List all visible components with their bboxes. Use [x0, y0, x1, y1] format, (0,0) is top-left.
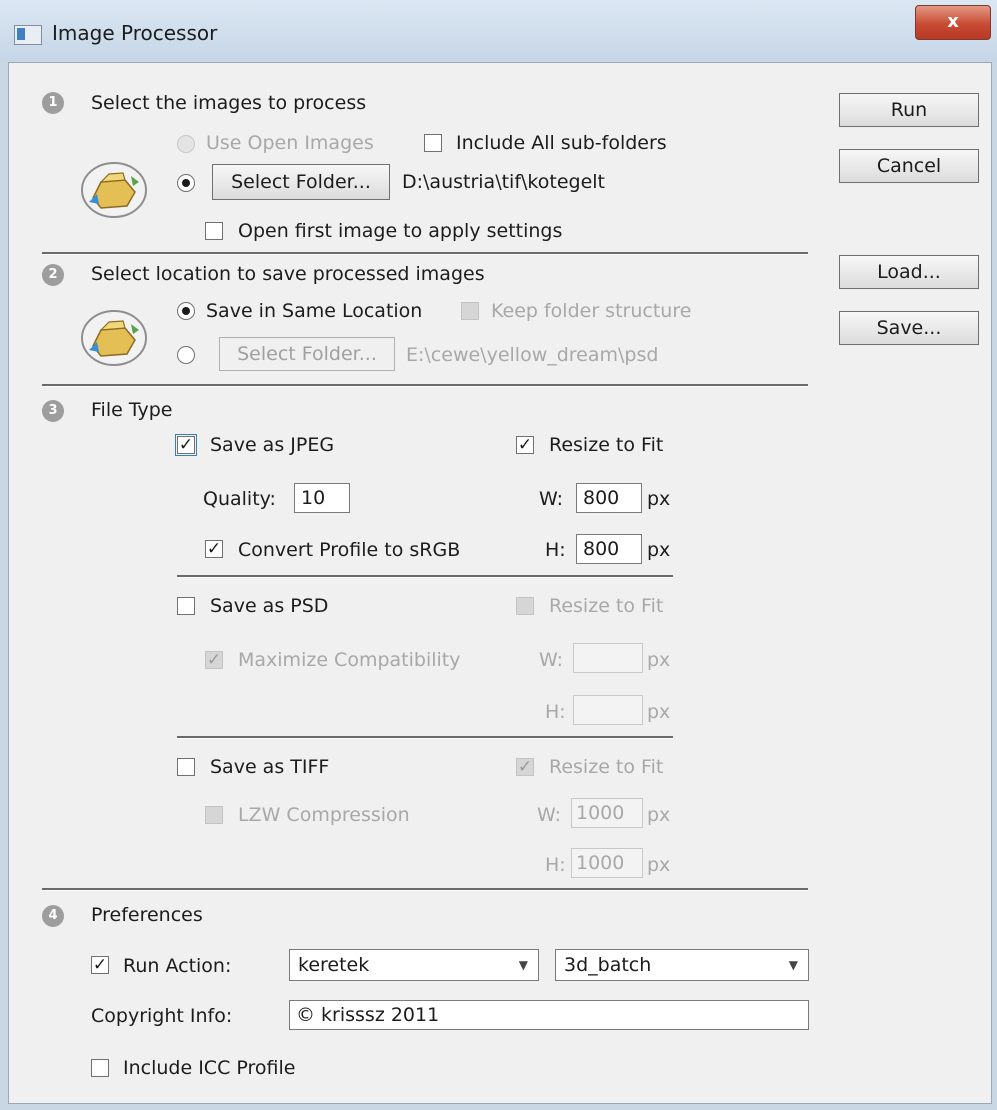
psd-resize-label: Resize to Fit	[549, 595, 664, 617]
subsection-divider	[177, 575, 673, 578]
save-same-location-radio[interactable]	[177, 302, 195, 320]
psd-resize-checkbox[interactable]	[516, 597, 534, 615]
convert-profile-label: Convert Profile to sRGB	[238, 539, 461, 561]
folder-icon	[81, 310, 147, 366]
folder-icon	[81, 162, 147, 218]
maximize-compatibility-label: Maximize Compatibility	[238, 649, 461, 671]
save-as-tiff-label: Save as TIFF	[210, 756, 330, 778]
section-3-title: File Type	[91, 399, 173, 421]
jpeg-height-input[interactable]: 800	[576, 534, 642, 564]
run-action-label: Run Action:	[123, 955, 232, 977]
action-set-value: keretek	[298, 954, 370, 976]
dialog-body: Run Cancel Load... Save... 1 Select the …	[8, 62, 992, 1104]
close-icon: x	[947, 11, 959, 32]
open-first-image-checkbox[interactable]	[205, 222, 223, 240]
jpeg-height-unit: px	[647, 539, 671, 561]
select-folder-radio[interactable]	[177, 174, 195, 192]
psd-height-label: H:	[545, 701, 566, 723]
image-processor-window: Image Processor x Run Cancel Load... Sav…	[0, 0, 997, 1110]
psd-height-input[interactable]	[573, 695, 643, 725]
title-bar: Image Processor x	[0, 0, 997, 62]
source-folder-path: D:\austria\tif\kotegelt	[402, 171, 605, 193]
include-icc-label: Include ICC Profile	[123, 1057, 296, 1079]
section-4-number: 4	[42, 905, 64, 927]
dropdown-arrow-icon: ▼	[518, 958, 528, 972]
convert-profile-checkbox[interactable]: ✓	[205, 540, 223, 558]
destination-select-folder-button[interactable]: Select Folder...	[219, 337, 395, 371]
psd-width-unit: px	[647, 649, 671, 671]
save-as-tiff-checkbox[interactable]	[177, 758, 195, 776]
dropdown-arrow-icon: ▼	[788, 958, 798, 972]
use-open-images-label: Use Open Images	[206, 132, 374, 154]
quality-input[interactable]: 10	[294, 483, 350, 513]
destination-folder-path: E:\cewe\yellow_dream\psd	[406, 344, 659, 366]
keep-folder-structure-checkbox[interactable]	[461, 302, 479, 320]
psd-width-input[interactable]	[573, 643, 643, 673]
lzw-compression-label: LZW Compression	[238, 804, 410, 826]
copyright-label: Copyright Info:	[91, 1005, 233, 1027]
jpeg-width-label: W:	[539, 488, 564, 510]
tiff-height-label: H:	[545, 854, 566, 876]
save-as-psd-label: Save as PSD	[210, 595, 329, 617]
load-button[interactable]: Load...	[839, 255, 979, 289]
include-subfolders-label: Include All sub-folders	[456, 132, 667, 154]
save-as-psd-checkbox[interactable]	[177, 597, 195, 615]
section-3-number: 3	[42, 400, 64, 422]
window-title: Image Processor	[52, 21, 218, 45]
save-as-jpeg-label: Save as JPEG	[210, 434, 335, 456]
tiff-resize-label: Resize to Fit	[549, 756, 664, 778]
cancel-button[interactable]: Cancel	[839, 149, 979, 183]
tiff-height-input[interactable]: 1000	[571, 848, 643, 878]
section-divider	[42, 888, 808, 891]
keep-folder-structure-label: Keep folder structure	[491, 300, 692, 322]
save-same-location-label: Save in Same Location	[206, 300, 423, 322]
include-icc-checkbox[interactable]	[91, 1059, 109, 1077]
tiff-resize-checkbox[interactable]: ✓	[516, 758, 534, 776]
select-folder-button[interactable]: Select Folder...	[212, 164, 390, 200]
section-2-number: 2	[42, 264, 64, 286]
section-1-title: Select the images to process	[91, 92, 367, 114]
psd-height-unit: px	[647, 701, 671, 723]
use-open-images-radio[interactable]	[177, 135, 195, 153]
copyright-input[interactable]: © krisssz 2011	[289, 1000, 809, 1030]
jpeg-width-input[interactable]: 800	[576, 483, 642, 513]
run-action-checkbox[interactable]: ✓	[91, 956, 109, 974]
section-divider	[42, 384, 808, 387]
save-button[interactable]: Save...	[839, 311, 979, 345]
lzw-compression-checkbox[interactable]	[205, 806, 223, 824]
section-2-title: Select location to save processed images	[91, 263, 485, 285]
action-value: 3d_batch	[564, 954, 652, 976]
action-set-dropdown[interactable]: keretek ▼	[289, 949, 539, 981]
jpeg-width-unit: px	[647, 488, 671, 510]
include-subfolders-checkbox[interactable]	[424, 134, 442, 152]
tiff-height-unit: px	[647, 854, 671, 876]
tiff-width-label: W:	[537, 804, 562, 826]
save-select-folder-radio[interactable]	[177, 346, 195, 364]
action-dropdown[interactable]: 3d_batch ▼	[555, 949, 809, 981]
section-divider	[42, 252, 808, 255]
section-1-number: 1	[42, 92, 64, 114]
tiff-width-unit: px	[647, 804, 671, 826]
close-button[interactable]: x	[915, 5, 991, 40]
run-button[interactable]: Run	[839, 93, 979, 127]
jpeg-height-label: H:	[545, 539, 566, 561]
save-as-jpeg-checkbox[interactable]: ✓	[175, 434, 197, 456]
quality-label: Quality:	[203, 488, 276, 510]
psd-width-label: W:	[539, 649, 564, 671]
section-4-title: Preferences	[91, 904, 203, 926]
app-icon	[14, 25, 42, 45]
jpeg-resize-checkbox[interactable]: ✓	[516, 436, 534, 454]
open-first-image-label: Open first image to apply settings	[238, 220, 563, 242]
subsection-divider	[177, 736, 673, 739]
jpeg-resize-label: Resize to Fit	[549, 434, 664, 456]
maximize-compatibility-checkbox[interactable]: ✓	[205, 651, 223, 669]
tiff-width-input[interactable]: 1000	[571, 798, 643, 828]
